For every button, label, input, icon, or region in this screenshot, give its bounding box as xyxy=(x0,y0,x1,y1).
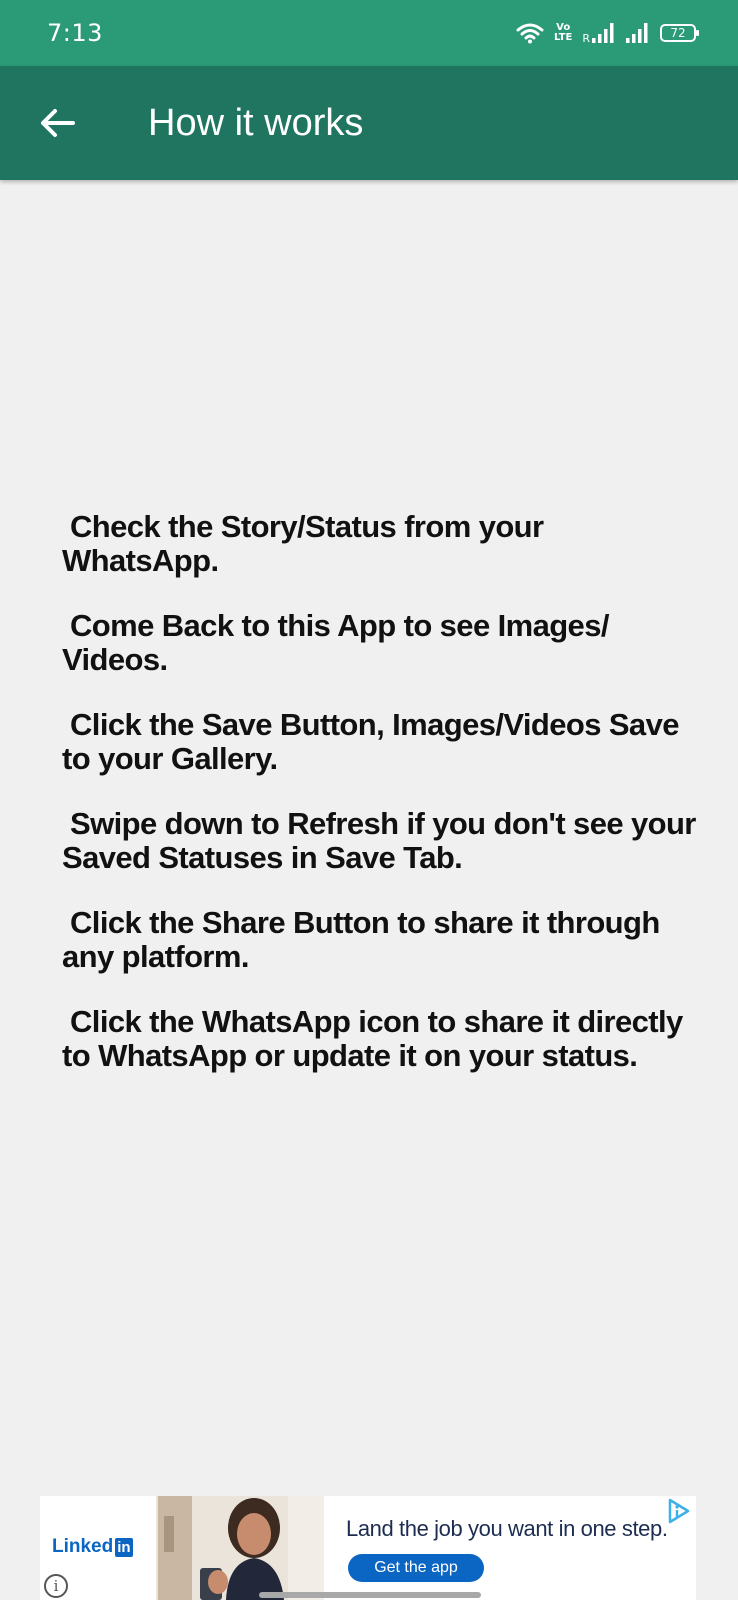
instruction-item: Come Back to this App to see Images/ Vid… xyxy=(62,608,617,677)
instruction-item: Click the Share Button to share it throu… xyxy=(62,905,668,974)
ad-choices-icon[interactable] xyxy=(666,1498,692,1524)
signal-strength-icon xyxy=(592,23,614,43)
status-time: 7:13 xyxy=(47,19,103,47)
ad-photo-image xyxy=(156,1496,324,1600)
instruction-item: Check the Story/Status from your WhatsAp… xyxy=(62,509,552,578)
instruction-item: Click the Save Button, Images/Videos Sav… xyxy=(62,707,687,776)
ad-brand-text: Linked xyxy=(52,1536,114,1557)
volte-icon: Vo LTE xyxy=(554,23,572,43)
wifi-icon xyxy=(516,23,544,44)
arrow-left-icon xyxy=(41,109,75,137)
home-indicator[interactable] xyxy=(259,1592,481,1598)
ad-brand-box: in xyxy=(115,1537,133,1557)
ad-headline: Land the job you want in one step. xyxy=(346,1516,668,1541)
battery-level: 72 xyxy=(670,26,686,40)
status-icons: Vo LTE R 72 xyxy=(516,18,699,48)
get-the-app-button[interactable]: Get the app xyxy=(348,1554,484,1582)
instruction-item: Swipe down to Refresh if you don't see y… xyxy=(62,806,704,875)
signal-strength-icon-sim2 xyxy=(626,23,648,43)
ad-banner[interactable]: Linked in Land the job you want in one s… xyxy=(40,1496,696,1600)
volte-bottom-label: LTE xyxy=(553,32,573,43)
linkedin-logo: Linked in xyxy=(52,1536,133,1558)
instruction-item: Click the WhatsApp icon to share it dire… xyxy=(62,1004,691,1073)
back-button[interactable] xyxy=(34,100,80,146)
ad-photo xyxy=(156,1496,324,1600)
ad-info-icon[interactable]: i xyxy=(44,1574,68,1598)
page-title: How it works xyxy=(148,102,364,144)
battery-icon: 72 xyxy=(660,24,699,42)
app-bar: How it works xyxy=(0,66,738,180)
status-bar: 7:13 Vo LTE R 72 xyxy=(0,0,738,66)
instructions-list: Check the Story/Status from your WhatsAp… xyxy=(62,510,702,1104)
roaming-indicator: R xyxy=(582,32,590,45)
